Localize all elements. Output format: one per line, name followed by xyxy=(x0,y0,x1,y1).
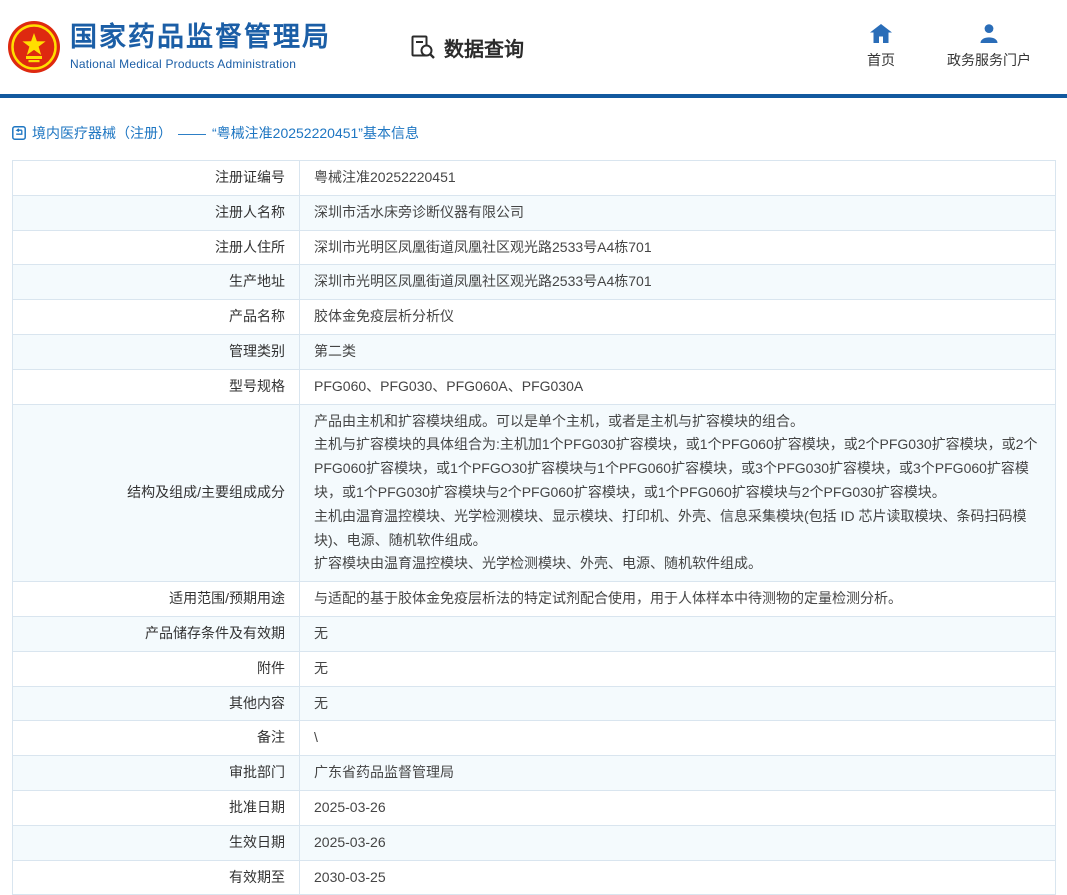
row-label: 其他内容 xyxy=(13,686,300,721)
data-query-label: 数据查询 xyxy=(444,33,524,62)
header-nav: 首页 政务服务门户 xyxy=(867,24,1045,70)
breadcrumb-dash: —— xyxy=(178,125,206,141)
table-row-storage-validity: 产品储存条件及有效期 无 xyxy=(13,616,1056,651)
agency-subtitle: National Medical Products Administration xyxy=(70,57,331,71)
table-row-model-spec: 型号规格 PFG060、PFG030、PFG060A、PFG030A xyxy=(13,369,1056,404)
nav-home-label: 首页 xyxy=(867,50,895,70)
table-row-other-content: 其他内容 无 xyxy=(13,686,1056,721)
row-label: 审批部门 xyxy=(13,756,300,791)
row-label: 型号规格 xyxy=(13,369,300,404)
table-row-registrant-address: 注册人住所 深圳市光明区凤凰街道凤凰社区观光路2533号A4栋701 xyxy=(13,230,1056,265)
row-label: 产品名称 xyxy=(13,300,300,335)
table-row-expiry-date: 有效期至 2030-03-25 xyxy=(13,860,1056,895)
row-value: 2025-03-26 xyxy=(300,790,1056,825)
row-value: \ xyxy=(300,721,1056,756)
table-row-approval-department: 审批部门 广东省药品监督管理局 xyxy=(13,756,1056,791)
row-value: 广东省药品监督管理局 xyxy=(300,756,1056,791)
row-value: 2030-03-25 xyxy=(300,860,1056,895)
row-label: 注册证编号 xyxy=(13,161,300,196)
row-value: 深圳市活水床旁诊断仪器有限公司 xyxy=(300,195,1056,230)
table-row-structure-composition: 结构及组成/主要组成成分 产品由主机和扩容模块组成。可以是单个主机，或者是主机与… xyxy=(13,404,1056,582)
table-row-registrant-name: 注册人名称 深圳市活水床旁诊断仪器有限公司 xyxy=(13,195,1056,230)
row-value: 无 xyxy=(300,686,1056,721)
row-label: 结构及组成/主要组成成分 xyxy=(13,404,300,582)
data-query-link[interactable]: 数据查询 xyxy=(409,33,524,62)
row-value: 粤械注准20252220451 xyxy=(300,161,1056,196)
brand[interactable]: 国家药品监督管理局 National Medical Products Admi… xyxy=(8,21,331,73)
table-row-approval-date: 批准日期 2025-03-26 xyxy=(13,790,1056,825)
site-header: 国家药品监督管理局 National Medical Products Admi… xyxy=(0,0,1067,94)
row-label: 适用范围/预期用途 xyxy=(13,582,300,617)
row-value: 深圳市光明区凤凰街道凤凰社区观光路2533号A4栋701 xyxy=(300,230,1056,265)
table-row-intended-use: 适用范围/预期用途 与适配的基于胶体金免疫层析法的特定试剂配合使用，用于人体样本… xyxy=(13,582,1056,617)
breadcrumb-section-link[interactable]: 境内医疗器械（注册） xyxy=(32,123,172,143)
table-row-effective-date: 生效日期 2025-03-26 xyxy=(13,825,1056,860)
national-emblem-logo xyxy=(8,21,60,73)
breadcrumb-page-title: “粤械注准20252220451”基本信息 xyxy=(212,123,419,143)
home-icon xyxy=(870,24,892,43)
row-label: 备注 xyxy=(13,721,300,756)
user-icon xyxy=(978,24,1000,43)
row-value: 与适配的基于胶体金免疫层析法的特定试剂配合使用，用于人体样本中待测物的定量检测分… xyxy=(300,582,1056,617)
table-row-production-address: 生产地址 深圳市光明区凤凰街道凤凰社区观光路2533号A4栋701 xyxy=(13,265,1056,300)
row-value: 第二类 xyxy=(300,334,1056,369)
breadcrumb: 境内医疗器械（注册） —— “粤械注准20252220451”基本信息 xyxy=(12,123,1055,143)
row-label: 管理类别 xyxy=(13,334,300,369)
brand-text: 国家药品监督管理局 National Medical Products Admi… xyxy=(70,23,331,72)
row-label: 产品储存条件及有效期 xyxy=(13,616,300,651)
nav-portal[interactable]: 政务服务门户 xyxy=(947,24,1031,70)
table-row-management-class: 管理类别 第二类 xyxy=(13,334,1056,369)
nav-home[interactable]: 首页 xyxy=(867,24,895,70)
row-value: 无 xyxy=(300,651,1056,686)
row-label: 生效日期 xyxy=(13,825,300,860)
return-icon[interactable] xyxy=(12,126,26,140)
table-row-remarks: 备注 \ xyxy=(13,721,1056,756)
row-label: 注册人住所 xyxy=(13,230,300,265)
row-label: 批准日期 xyxy=(13,790,300,825)
row-label: 有效期至 xyxy=(13,860,300,895)
table-row-reg-number: 注册证编号 粤械注准20252220451 xyxy=(13,161,1056,196)
document-search-icon xyxy=(409,34,436,61)
nav-portal-label: 政务服务门户 xyxy=(947,50,1031,70)
row-value: 胶体金免疫层析分析仪 xyxy=(300,300,1056,335)
row-label: 注册人名称 xyxy=(13,195,300,230)
table-row-product-name: 产品名称 胶体金免疫层析分析仪 xyxy=(13,300,1056,335)
table-row-attachments: 附件 无 xyxy=(13,651,1056,686)
row-value: PFG060、PFG030、PFG060A、PFG030A xyxy=(300,369,1056,404)
row-value: 无 xyxy=(300,616,1056,651)
row-value: 深圳市光明区凤凰街道凤凰社区观光路2533号A4栋701 xyxy=(300,265,1056,300)
row-value: 2025-03-26 xyxy=(300,825,1056,860)
agency-title: 国家药品监督管理局 xyxy=(70,23,331,53)
row-label: 生产地址 xyxy=(13,265,300,300)
registration-info-table: 注册证编号 粤械注准20252220451 注册人名称 深圳市活水床旁诊断仪器有… xyxy=(12,160,1056,895)
header-divider xyxy=(0,94,1067,98)
row-label: 附件 xyxy=(13,651,300,686)
row-value: 产品由主机和扩容模块组成。可以是单个主机，或者是主机与扩容模块的组合。 主机与扩… xyxy=(300,404,1056,582)
